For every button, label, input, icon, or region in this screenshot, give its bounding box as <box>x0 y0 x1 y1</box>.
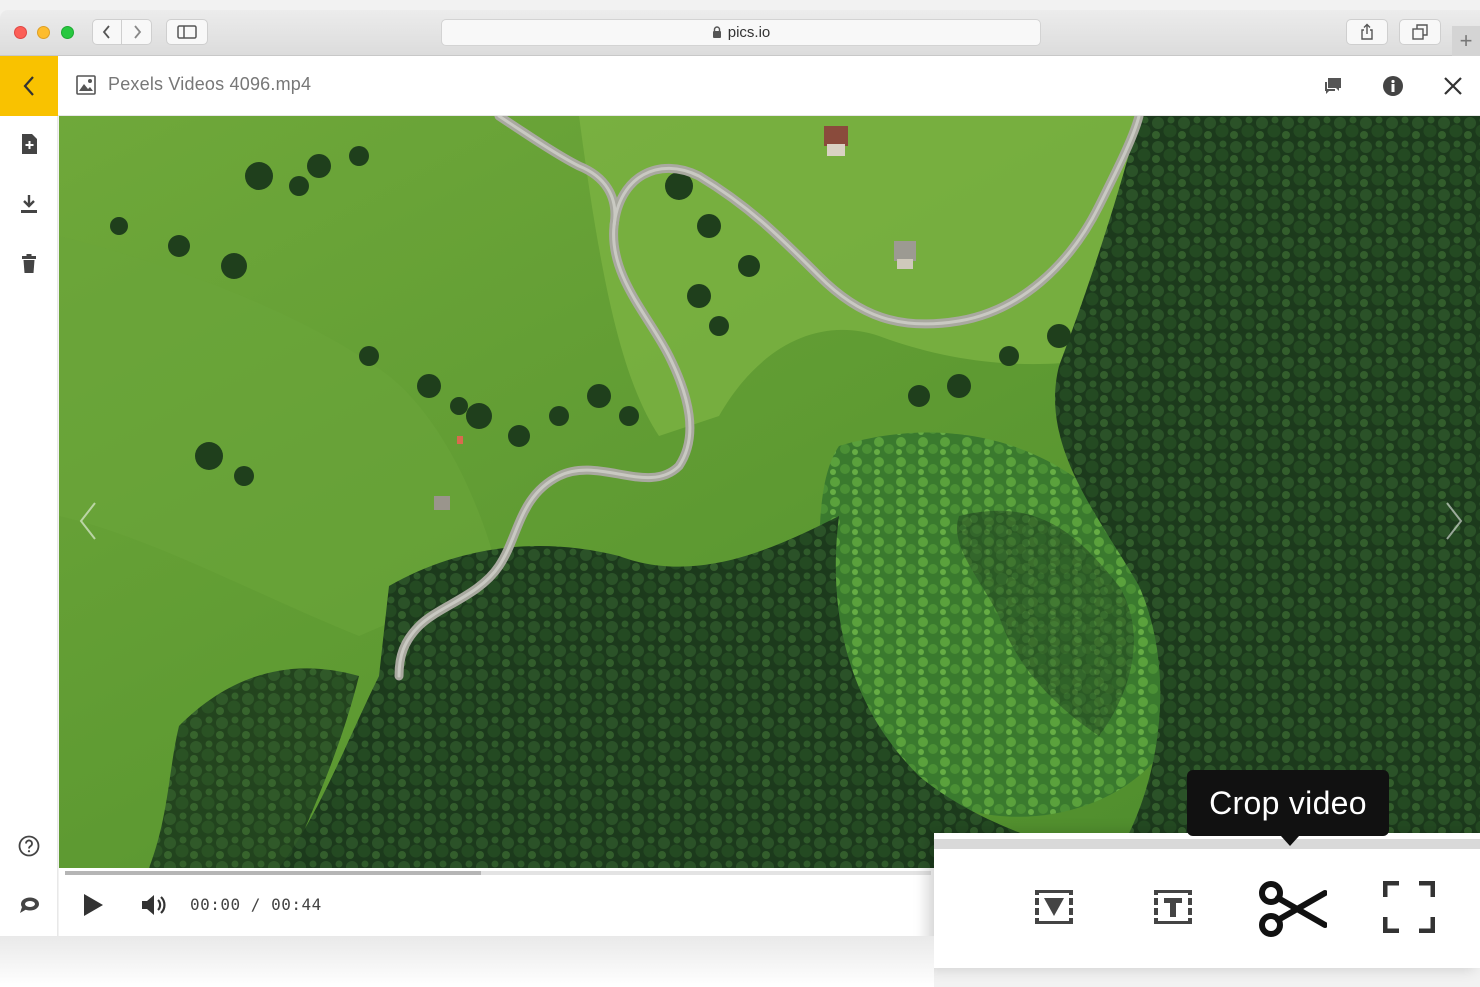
current-time: 00:00 <box>190 895 241 914</box>
fullscreen-button[interactable] <box>1381 879 1437 935</box>
info-icon <box>1383 76 1403 96</box>
fullscreen-icon <box>1383 881 1435 933</box>
browser-toolbar: pics.io + <box>0 10 1480 56</box>
time-separator: / <box>240 895 272 914</box>
info-button[interactable] <box>1379 72 1407 100</box>
chat-button[interactable] <box>17 894 41 918</box>
text-icon <box>1154 890 1192 924</box>
share-button[interactable] <box>1346 19 1388 45</box>
previous-asset-button[interactable] <box>73 496 103 546</box>
address-text: pics.io <box>727 24 771 41</box>
image-icon <box>76 75 96 95</box>
window-maximize-button[interactable] <box>61 26 74 39</box>
help-icon <box>18 835 40 857</box>
file-title: Pexels Videos 4096.mp4 <box>108 74 312 94</box>
viewer-header: Pexels Videos 4096.mp4 <box>0 56 1480 116</box>
text-tool-button[interactable] <box>1145 879 1201 935</box>
volume-icon <box>142 895 166 915</box>
tooltip-arrow <box>1281 836 1299 846</box>
chevron-left-icon <box>23 76 34 96</box>
window-minimize-button[interactable] <box>37 26 50 39</box>
download-button[interactable] <box>17 192 41 216</box>
close-icon <box>1444 77 1462 95</box>
download-icon <box>21 195 37 213</box>
video-frame[interactable] <box>59 116 1480 868</box>
browser-back-button[interactable] <box>92 19 122 45</box>
plus-icon: + <box>1459 28 1473 53</box>
volume-button[interactable] <box>139 890 169 920</box>
show-tabs-button[interactable] <box>1399 19 1441 45</box>
close-button[interactable] <box>1439 72 1467 100</box>
comments-icon <box>1325 78 1341 94</box>
sidebar-icon <box>177 25 197 39</box>
progress-bar[interactable] <box>65 871 931 875</box>
window-close-button[interactable] <box>14 26 27 39</box>
progress-bar-zoomed <box>934 839 1480 849</box>
file-add-icon <box>22 134 37 154</box>
actions-rail <box>0 116 58 936</box>
play-icon <box>84 894 103 916</box>
browser-forward-button[interactable] <box>122 19 152 45</box>
tabs-icon <box>1412 24 1428 40</box>
delete-button[interactable] <box>17 252 41 276</box>
play-button[interactable] <box>79 890 107 920</box>
player-controls: 00:00 / 00:44 <box>59 868 934 936</box>
trash-icon <box>22 254 36 273</box>
lock-icon <box>712 26 721 38</box>
chevron-right-icon <box>133 25 141 39</box>
video-thumbnail-button[interactable] <box>1026 879 1082 935</box>
chat-icon <box>20 897 39 913</box>
back-button[interactable] <box>0 56 58 116</box>
new-tab-button[interactable]: + <box>1452 26 1480 56</box>
time-display: 00:00 / 00:44 <box>190 895 322 914</box>
crop-video-button[interactable] <box>1256 879 1330 939</box>
help-button[interactable] <box>17 834 41 858</box>
chevron-right-icon <box>1446 502 1463 540</box>
progress-buffered <box>65 871 481 875</box>
comments-button[interactable] <box>1319 72 1347 100</box>
window-shadow <box>0 936 934 987</box>
chevron-left-icon <box>102 25 110 39</box>
aerial-landscape-video <box>59 116 1480 868</box>
editing-tools-panel <box>934 833 1480 968</box>
address-bar[interactable]: pics.io <box>441 19 1041 46</box>
add-file-button[interactable] <box>17 132 41 156</box>
scissors-icon <box>1259 881 1327 937</box>
crop-video-tooltip: Crop video <box>1187 770 1389 836</box>
video-frame-icon <box>1035 890 1073 924</box>
next-asset-button[interactable] <box>1439 496 1469 546</box>
sidebar-toggle-button[interactable] <box>166 19 208 45</box>
duration: 00:44 <box>271 895 322 914</box>
browser-window: pics.io + Pexels Videos 4096.mp4 00:00 /… <box>0 0 1480 987</box>
share-icon <box>1361 23 1373 40</box>
chevron-left-icon <box>79 502 96 540</box>
